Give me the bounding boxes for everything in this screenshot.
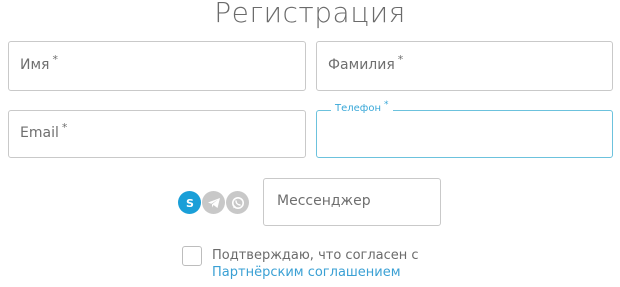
registration-form: Регистрация Имя * Фамилия * Email * Телефон… <box>0 0 620 287</box>
agreement-label: Подтверждаю, что согласен с <box>212 248 419 263</box>
first-name-label: Имя * <box>20 53 58 73</box>
telegram-icon[interactable] <box>202 191 225 214</box>
phone-field[interactable]: Телефон * <box>316 100 613 158</box>
messenger-selector: S <box>178 191 249 215</box>
email-label: Email * <box>20 121 68 141</box>
skype-icon[interactable]: S <box>178 191 201 214</box>
email-field[interactable]: Email * <box>8 110 306 158</box>
messenger-placeholder: Мессенджер <box>277 193 371 209</box>
agreement-text: Подтверждаю, что согласен с Партнёрским … <box>212 247 419 281</box>
messenger-field[interactable]: Мессенджер <box>263 178 441 226</box>
last-name-field[interactable]: Фамилия * <box>316 41 613 91</box>
svg-text:S: S <box>186 197 194 210</box>
page-title: Регистрация <box>214 0 406 29</box>
last-name-label: Фамилия * <box>328 53 404 73</box>
first-name-field[interactable]: Имя * <box>8 41 306 91</box>
agreement-checkbox[interactable] <box>182 246 202 266</box>
phone-label: Телефон * <box>331 100 393 114</box>
partner-agreement-link[interactable]: Партнёрским соглашением <box>212 265 401 280</box>
whatsapp-icon[interactable] <box>226 191 249 214</box>
